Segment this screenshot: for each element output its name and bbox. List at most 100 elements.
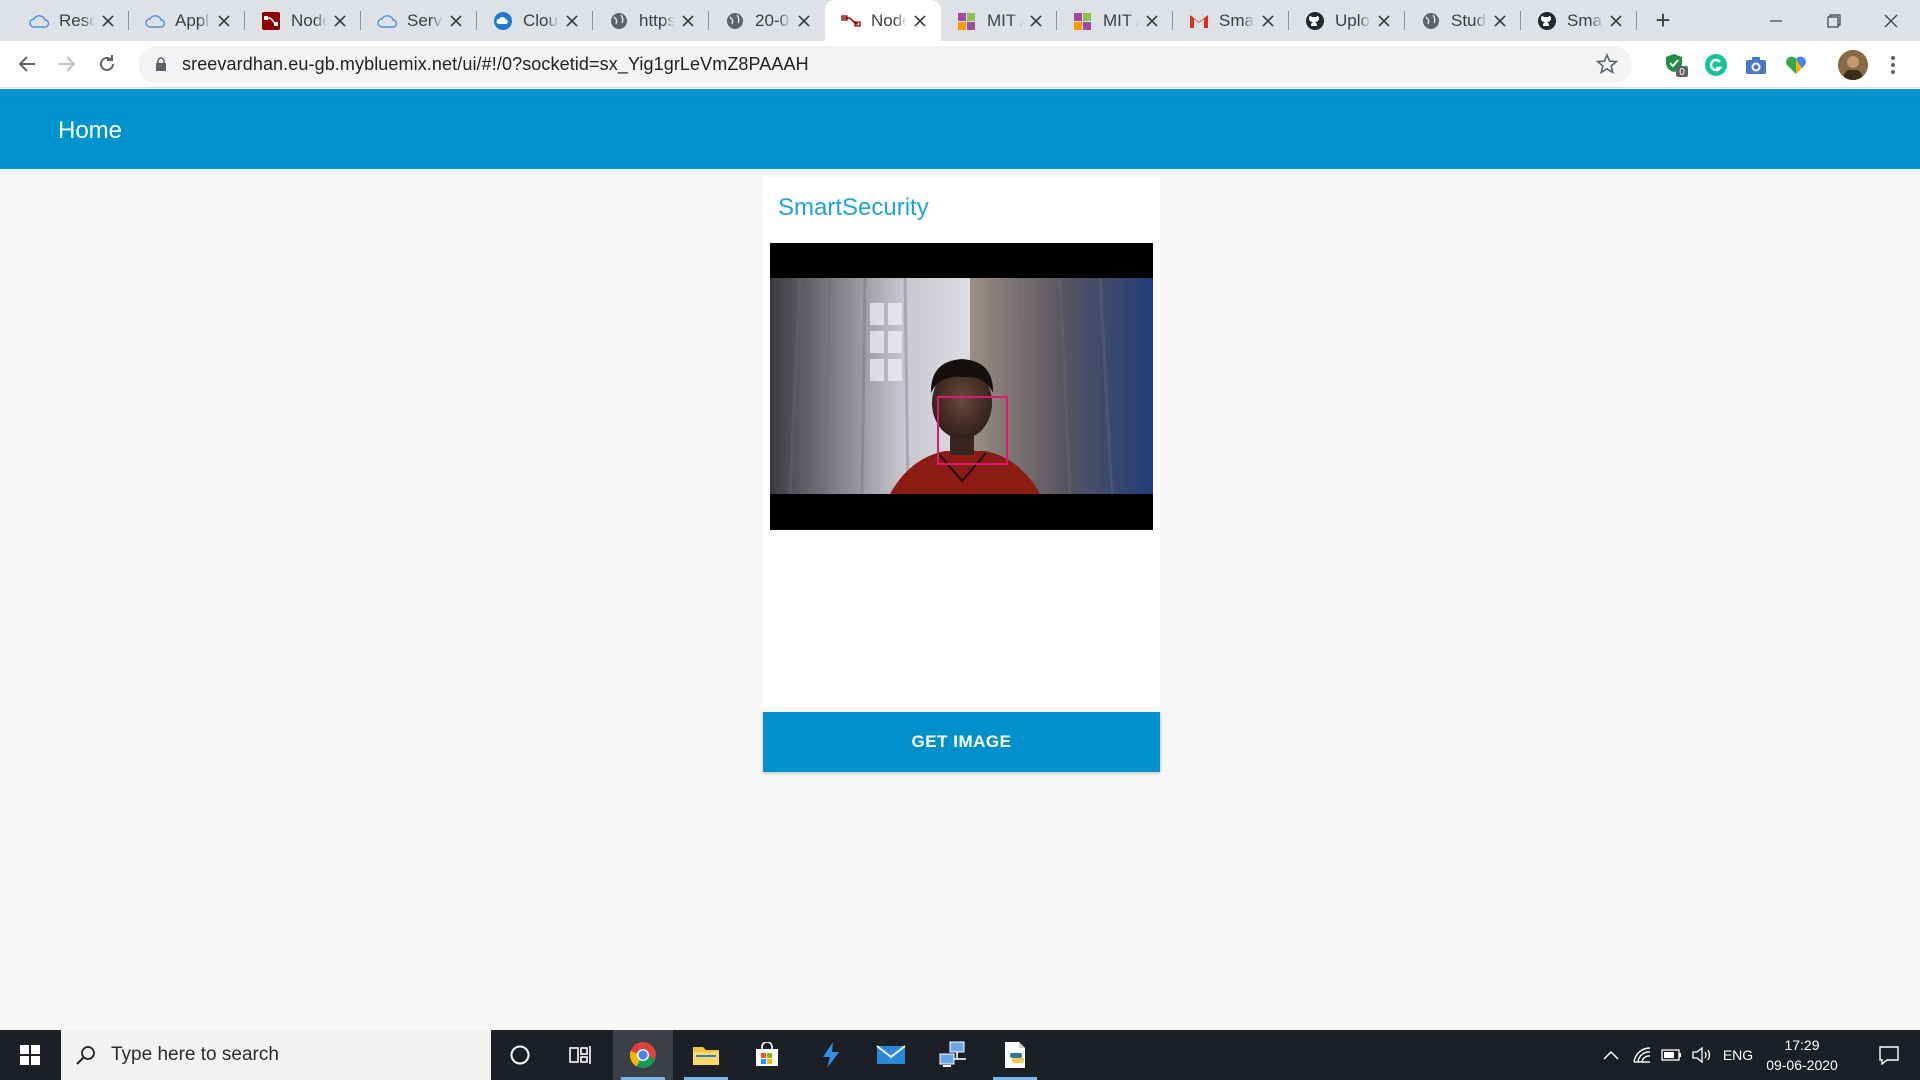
address-bar[interactable]: sreevardhan.eu-gb.mybluemix.net/ui/#!/0?… xyxy=(138,46,1632,83)
browser-tab-strip: Resou Applic Node- Servic Cloud https: 20-06 No… xyxy=(0,0,1920,41)
folder-icon xyxy=(693,1047,719,1065)
taskbar-network-app[interactable] xyxy=(923,1030,983,1080)
reload-button[interactable] xyxy=(90,47,124,81)
taskbar-chrome[interactable] xyxy=(613,1030,673,1080)
start-button[interactable] xyxy=(0,1030,60,1080)
wifi-status[interactable] xyxy=(1628,1030,1656,1080)
tab-close-icon[interactable] xyxy=(331,12,349,30)
browser-tab[interactable]: Smar xyxy=(1173,0,1289,41)
tab-close-icon[interactable] xyxy=(1375,12,1393,30)
cloud-icon xyxy=(145,11,165,31)
tab-title: Servic xyxy=(407,10,443,30)
browser-tab[interactable]: Servic xyxy=(361,0,477,41)
close-window-button[interactable] xyxy=(1862,0,1920,41)
tab-close-icon[interactable] xyxy=(99,12,117,30)
browser-tab[interactable]: Smar xyxy=(1521,0,1637,41)
browser-tab[interactable]: Resou xyxy=(13,0,129,41)
browser-tab[interactable]: https: xyxy=(593,0,709,41)
action-center-button[interactable] xyxy=(1864,1030,1914,1080)
tab-title: Node- xyxy=(871,10,907,30)
globe-icon xyxy=(1421,11,1441,31)
browser-tab[interactable]: Uploa xyxy=(1289,0,1405,41)
clock-time: 17:29 xyxy=(1784,1037,1820,1053)
tab-close-icon[interactable] xyxy=(447,12,465,30)
tab-close-icon[interactable] xyxy=(911,12,929,30)
browser-toolbar: sreevardhan.eu-gb.mybluemix.net/ui/#!/0?… xyxy=(0,41,1920,88)
lightning-icon xyxy=(823,1042,839,1068)
tab-close-icon[interactable] xyxy=(1259,12,1277,30)
tab-close-icon[interactable] xyxy=(679,12,697,30)
browser-tab-active[interactable]: Node- xyxy=(825,0,941,41)
tab-title: Smar xyxy=(1219,10,1255,30)
taskbar-microsoft-store[interactable] xyxy=(737,1030,797,1080)
grammarly-icon[interactable] xyxy=(1703,52,1729,78)
show-hidden-icons-button[interactable] xyxy=(1598,1030,1624,1080)
clock-date: 09-06-2020 xyxy=(1766,1057,1838,1073)
mail-icon xyxy=(876,1045,906,1064)
search-icon xyxy=(76,1046,95,1065)
tab-close-icon[interactable] xyxy=(1143,12,1161,30)
chevron-up-icon xyxy=(1603,1050,1619,1060)
taskbar-search-box[interactable]: Type here to search xyxy=(61,1030,491,1080)
store-bag-icon xyxy=(756,1042,778,1066)
heart-extension-icon[interactable] xyxy=(1783,52,1809,78)
smartsecurity-card: SmartSecurity xyxy=(763,177,1160,707)
cortana-button[interactable] xyxy=(490,1030,550,1080)
volume-status[interactable] xyxy=(1688,1030,1716,1080)
node-red-icon xyxy=(261,11,281,31)
browser-tab[interactable]: Stude xyxy=(1405,0,1521,41)
battery-status[interactable] xyxy=(1658,1030,1686,1080)
restore-button[interactable] xyxy=(1805,0,1863,41)
browser-tab[interactable]: MIT A xyxy=(941,0,1057,41)
globe-icon xyxy=(609,11,629,31)
forward-arrow-icon xyxy=(59,56,76,72)
tab-close-icon[interactable] xyxy=(1607,12,1625,30)
browser-tab[interactable]: 20-06 xyxy=(709,0,825,41)
url-text: sreevardhan.eu-gb.mybluemix.net/ui/#!/0?… xyxy=(182,54,809,74)
extension-shield-icon[interactable]: 0 xyxy=(1663,52,1689,78)
node-red-flow-icon xyxy=(841,11,861,31)
tab-close-icon[interactable] xyxy=(795,12,813,30)
browser-tab[interactable]: Cloud xyxy=(477,0,593,41)
search-placeholder: Type here to search xyxy=(111,1044,279,1065)
tab-title: Cloud xyxy=(523,10,559,30)
taskbar-file-explorer[interactable] xyxy=(676,1030,736,1080)
chrome-icon xyxy=(629,1042,656,1069)
restore-icon xyxy=(1827,13,1841,28)
tab-title: 20-06 xyxy=(755,10,791,30)
back-button[interactable] xyxy=(10,47,44,81)
bookmark-star-icon[interactable] xyxy=(1595,52,1619,80)
forward-button[interactable] xyxy=(50,47,84,81)
wifi-icon xyxy=(1633,1047,1651,1063)
notification-icon xyxy=(1879,1046,1899,1065)
system-clock[interactable]: 17:29 09-06-2020 xyxy=(1756,1035,1848,1075)
close-icon xyxy=(1884,14,1898,27)
cloud-icon xyxy=(377,11,397,31)
task-view-button[interactable] xyxy=(550,1030,610,1080)
browser-tab[interactable]: MIT A xyxy=(1057,0,1173,41)
language-indicator[interactable]: ENG xyxy=(1718,1030,1758,1080)
taskbar-python-idle[interactable] xyxy=(985,1030,1045,1080)
python-file-icon xyxy=(1005,1042,1025,1068)
chrome-menu-icon[interactable] xyxy=(1880,52,1906,78)
webcam-feed-image xyxy=(770,243,1153,530)
minimize-button[interactable] xyxy=(1747,0,1805,41)
cortana-circle-icon xyxy=(510,1045,530,1065)
taskbar-mail[interactable] xyxy=(861,1030,921,1080)
battery-icon xyxy=(1661,1049,1681,1061)
tab-close-icon[interactable] xyxy=(563,12,581,30)
camera-extension-icon[interactable] xyxy=(1743,52,1769,78)
taskbar-vscode[interactable] xyxy=(800,1030,860,1080)
tab-title: Stude xyxy=(1451,10,1487,30)
get-image-button[interactable]: GET IMAGE xyxy=(763,712,1160,772)
tab-close-icon[interactable] xyxy=(215,12,233,30)
browser-tab[interactable]: Applic xyxy=(129,0,245,41)
tab-close-icon[interactable] xyxy=(1491,12,1509,30)
page-title: Home xyxy=(58,117,123,144)
cloud-blue-icon xyxy=(493,11,513,31)
new-tab-button[interactable]: + xyxy=(1641,0,1685,41)
tab-close-icon[interactable] xyxy=(1027,12,1045,30)
tab-title: Uploa xyxy=(1335,10,1371,30)
browser-tab[interactable]: Node- xyxy=(245,0,361,41)
profile-avatar[interactable] xyxy=(1838,50,1868,80)
